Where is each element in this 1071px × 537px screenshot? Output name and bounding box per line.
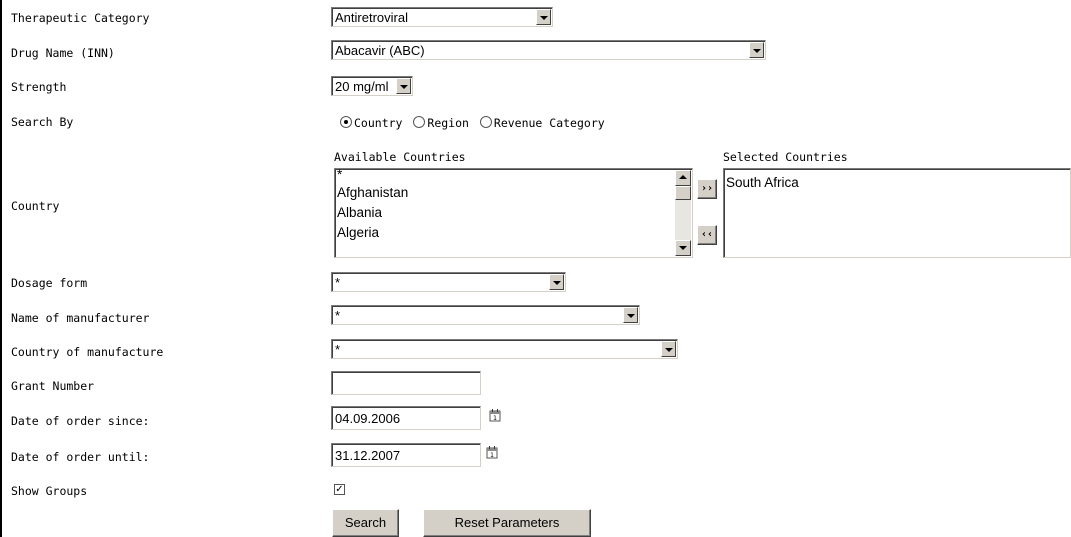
date-since-input[interactable]: 04.09.2006 [331,406,481,430]
radio-country-label: Country [354,116,403,130]
label-date-since: Date of order since: [11,414,150,428]
radio-selected-icon[interactable] [340,116,352,128]
radio-revenue-category[interactable]: Revenue Category [479,116,605,130]
reset-parameters-button[interactable]: Reset Parameters [423,509,591,537]
country-of-manufacture-select[interactable]: * [331,339,678,359]
strength-value: 20 mg/ml [335,79,389,94]
svg-text:1: 1 [490,452,494,459]
calendar-icon[interactable]: 1 [489,409,501,422]
svg-text:1: 1 [493,415,497,422]
radio-region[interactable]: Region [413,116,469,130]
add-country-button[interactable]: ›› [697,179,717,199]
available-countries-scrollbar[interactable] [675,170,691,256]
remove-country-button[interactable]: ‹‹ [697,225,717,245]
search-button[interactable]: Search [332,509,399,537]
date-until-input[interactable]: 31.12.2007 [331,443,481,467]
radio-country[interactable]: Country [340,116,402,130]
manufacturer-select[interactable]: * [331,305,640,325]
page-left-border [0,0,2,537]
search-by-radio-group: Country Region Revenue Category [340,116,609,130]
grant-number-input[interactable] [331,371,481,395]
dosage-form-select[interactable]: * [331,272,566,292]
label-manufacturer: Name of manufacturer [11,311,150,325]
list-item[interactable]: Algeria [335,223,692,243]
therapeutic-category-select[interactable]: Antiretroviral [331,7,553,27]
selected-countries-list[interactable]: South Africa [723,168,1071,258]
label-date-until: Date of order until: [11,450,150,464]
radio-region-label: Region [427,116,469,130]
available-countries-header: Available Countries [334,150,466,164]
show-groups-checkbox[interactable]: ✓ [334,484,345,495]
label-country-of-manufacture: Country of manufacture [11,345,164,359]
scroll-up-icon[interactable] [675,170,691,186]
manufacturer-value: * [335,308,341,323]
therapeutic-category-value: Antiretroviral [335,10,408,25]
country-of-manufacture-value: * [335,342,341,357]
drug-name-value: Abacavir (ABC) [335,43,425,58]
scroll-thumb[interactable] [675,186,691,200]
radio-unselected-icon[interactable] [413,116,426,128]
scroll-down-icon[interactable] [675,240,691,256]
label-dosage-form: Dosage form [11,276,88,290]
calendar-icon[interactable]: 1 [486,446,498,459]
chevron-down-icon[interactable] [396,78,411,94]
radio-revenue-category-label: Revenue Category [493,116,605,130]
chevron-down-icon[interactable] [749,42,764,58]
chevron-down-icon[interactable] [549,274,564,290]
chevron-down-icon[interactable] [623,307,638,323]
label-therapeutic-category: Therapeutic Category [11,11,150,25]
list-item[interactable]: Albania [335,203,692,223]
list-item[interactable]: South Africa [724,169,1070,193]
available-countries-list[interactable]: * Afghanistan Albania Algeria [334,168,693,258]
selected-countries-header: Selected Countries [723,150,848,164]
label-grant-number: Grant Number [11,379,95,393]
label-strength: Strength [11,80,67,94]
strength-select[interactable]: 20 mg/ml [331,76,413,96]
checkmark-icon: ✓ [335,484,344,495]
list-item[interactable]: * [335,169,692,183]
label-show-groups: Show Groups [11,484,88,498]
dosage-form-value: * [335,275,341,290]
chevron-down-icon[interactable] [536,9,551,25]
label-country: Country [11,199,60,213]
label-drug-name: Drug Name (INN) [11,46,115,60]
radio-unselected-icon[interactable] [479,116,492,128]
drug-name-select[interactable]: Abacavir (ABC) [331,40,766,60]
label-search-by: Search By [11,115,74,129]
chevron-down-icon[interactable] [661,341,676,357]
list-item[interactable]: Afghanistan [335,183,692,203]
